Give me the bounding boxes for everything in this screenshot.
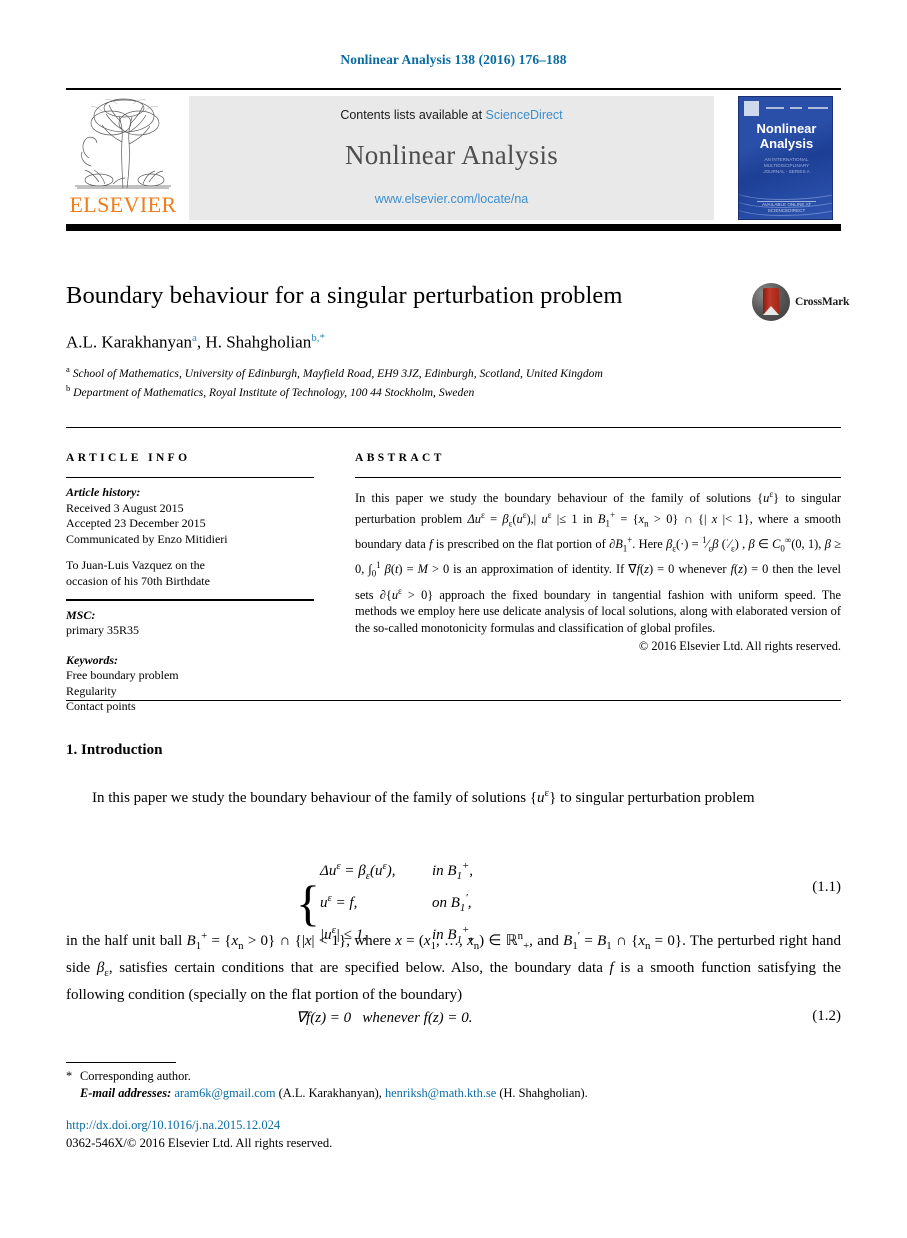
email-owner-2: (H. Shahgholian). [499, 1086, 588, 1100]
author-1-affiliation-mark[interactable]: a [192, 332, 197, 344]
elsevier-wordmark: ELSEVIER [69, 192, 177, 217]
elsevier-logo: ELSEVIER [69, 96, 177, 218]
journal-cover-thumbnail: Nonlinear Analysis AN INTERNATIONAL MULT… [738, 96, 833, 220]
elsevier-tree-icon [69, 96, 177, 192]
affiliation-b-text: Department of Mathematics, Royal Institu… [73, 386, 475, 400]
corresponding-author-text: Corresponding author. [80, 1069, 191, 1083]
equation-1-2-body: ∇f(z) = 0 whenever f(z) = 0. [296, 1010, 473, 1026]
rule-above-info [66, 427, 841, 429]
cover-title-line1: Nonlinear [756, 121, 817, 136]
keywords-label: Keywords: [66, 652, 118, 667]
abstract-text: In this paper we study the boundary beha… [355, 489, 841, 635]
crossmark-badge[interactable]: CrossMark [752, 283, 850, 323]
equation-case-row: uε = f, on B1′, [320, 892, 472, 914]
email-link-2[interactable]: henriksh@math.kth.se [385, 1086, 496, 1100]
affiliation-a-text: School of Mathematics, University of Edi… [72, 366, 603, 380]
keywords-block: Keywords: Free boundary problem Regulari… [66, 653, 314, 715]
author-list: A.L. Karakhanyana, H. Shahgholianb,* [66, 332, 325, 352]
masthead-bottom-rule [66, 224, 841, 231]
cover-foot-line2: SCIENCEDIRECT [767, 208, 806, 213]
issn-copyright-line: 0362-546X/© 2016 Elsevier Ltd. All right… [66, 1136, 333, 1150]
cover-publisher-mark-icon [744, 101, 759, 116]
affiliation-b-mark: b [66, 383, 71, 394]
intro-paragraph-2: in the half unit ball B1+ = {xn > 0} ∩ {… [66, 930, 841, 1003]
article-info-rule [66, 477, 314, 479]
crossmark-icon [752, 283, 790, 321]
intro-paragraph-1: In this paper we study the boundary beha… [92, 787, 755, 806]
author-2-affiliation-mark[interactable]: b,* [311, 332, 325, 344]
abstract-rule [355, 477, 841, 479]
section-heading-introduction: 1. Introduction [66, 742, 163, 758]
affiliation-b: b Department of Mathematics, Royal Insti… [66, 381, 786, 400]
running-head: Nonlinear Analysis 138 (2016) 176–188 [340, 52, 567, 67]
doi-link[interactable]: http://dx.doi.org/10.1016/j.na.2015.12.0… [66, 1118, 280, 1133]
article-info-column: ARTICLE INFO Article history: Received 3… [66, 452, 314, 715]
author-1: A.L. Karakhanyan [66, 332, 193, 352]
page-title: Boundary behaviour for a singular pertur… [66, 282, 623, 309]
msc-value: primary 35R35 [66, 623, 139, 638]
journal-masthead: ELSEVIER Contents lists available at Sci… [66, 88, 841, 233]
masthead-top-rule [66, 88, 841, 90]
abstract-heading: ABSTRACT [355, 452, 445, 464]
cover-sub-line1: AN INTERNATIONAL [764, 157, 809, 162]
dedication-line-2: occasion of his 70th Birthdate [66, 573, 210, 588]
cover-foot-line1: AVAILABLE ONLINE AT [761, 202, 812, 207]
masthead-band: Contents lists available at ScienceDirec… [189, 96, 714, 220]
affiliation-a-mark: a [66, 364, 70, 374]
affiliations: a School of Mathematics, University of E… [66, 362, 786, 401]
email-link-1[interactable]: aram6k@gmail.com [174, 1086, 275, 1100]
abstract-copyright: © 2016 Elsevier Ltd. All rights reserved… [638, 639, 841, 654]
journal-title: Nonlinear Analysis [344, 140, 559, 170]
footnote-block: * Corresponding author. E-mail addresses:… [66, 1068, 841, 1102]
keyword-item: Regularity [66, 683, 117, 698]
abstract-column: ABSTRACT In this paper we study the boun… [355, 452, 841, 654]
journal-homepage-link[interactable]: www.elsevier.com/locate/na [189, 192, 714, 206]
equation-1-2-number: (1.2) [812, 1008, 841, 1024]
received-date: Received 3 August 2015 [66, 500, 184, 515]
cover-footer: AVAILABLE ONLINE AT SCIENCEDIRECT [739, 202, 832, 214]
equation-1-2: ∇f(z) = 0 whenever f(z) = 0. (1.2) [66, 1008, 841, 1032]
msc-rule [66, 599, 314, 601]
paper-page: Nonlinear Analysis 138 (2016) 176–188 EL… [0, 0, 907, 1238]
dedication-line-1: To Juan-Luis Vazquez on the [66, 558, 205, 573]
equation-1-1: { Δuε = βε(uε), in B1+, uε = f, on B1′, |u… [66, 855, 841, 946]
affiliation-a: a School of Mathematics, University of E… [66, 362, 786, 381]
sciencedirect-link[interactable]: ScienceDirect [486, 108, 563, 122]
contents-prefix: Contents lists available at [340, 108, 486, 122]
cover-title-line2: Analysis [759, 136, 814, 151]
email-addresses-label: E-mail addresses: [80, 1086, 172, 1100]
email-addresses-line: E-mail addresses: aram6k@gmail.com (A.L.… [66, 1085, 841, 1102]
msc-label: MSC: [66, 607, 96, 622]
article-history-label: Article history: [66, 485, 141, 500]
author-2: H. Shahgholian [205, 332, 312, 352]
msc-block: MSC: primary 35R35 [66, 608, 314, 639]
communicated-by: Communicated by Enzo Mitidieri [66, 531, 228, 546]
article-history: Article history: Received 3 August 2015 … [66, 485, 314, 589]
contents-available-line: Contents lists available at ScienceDirec… [189, 108, 714, 122]
email-owner-1: (A.L. Karakhanyan), [278, 1086, 382, 1100]
corresponding-author-note: * Corresponding author. [66, 1068, 841, 1085]
footnote-rule [66, 1062, 176, 1064]
asterisk-icon: * [66, 1069, 73, 1083]
cover-title: Nonlinear Analysis [739, 121, 832, 151]
keyword-item: Free boundary problem [66, 668, 179, 683]
equation-case-row: Δuε = βε(uε), in B1+, [320, 860, 474, 882]
accepted-date: Accepted 23 December 2015 [66, 516, 206, 531]
cover-topbar [744, 101, 829, 116]
article-info-heading: ARTICLE INFO [66, 452, 191, 464]
equation-1-1-number: (1.1) [812, 879, 841, 895]
cover-sub-line2: MULTIDISCIPLINARY [763, 163, 810, 168]
crossmark-label: CrossMark [795, 296, 850, 308]
rule-below-abstract [66, 700, 841, 702]
